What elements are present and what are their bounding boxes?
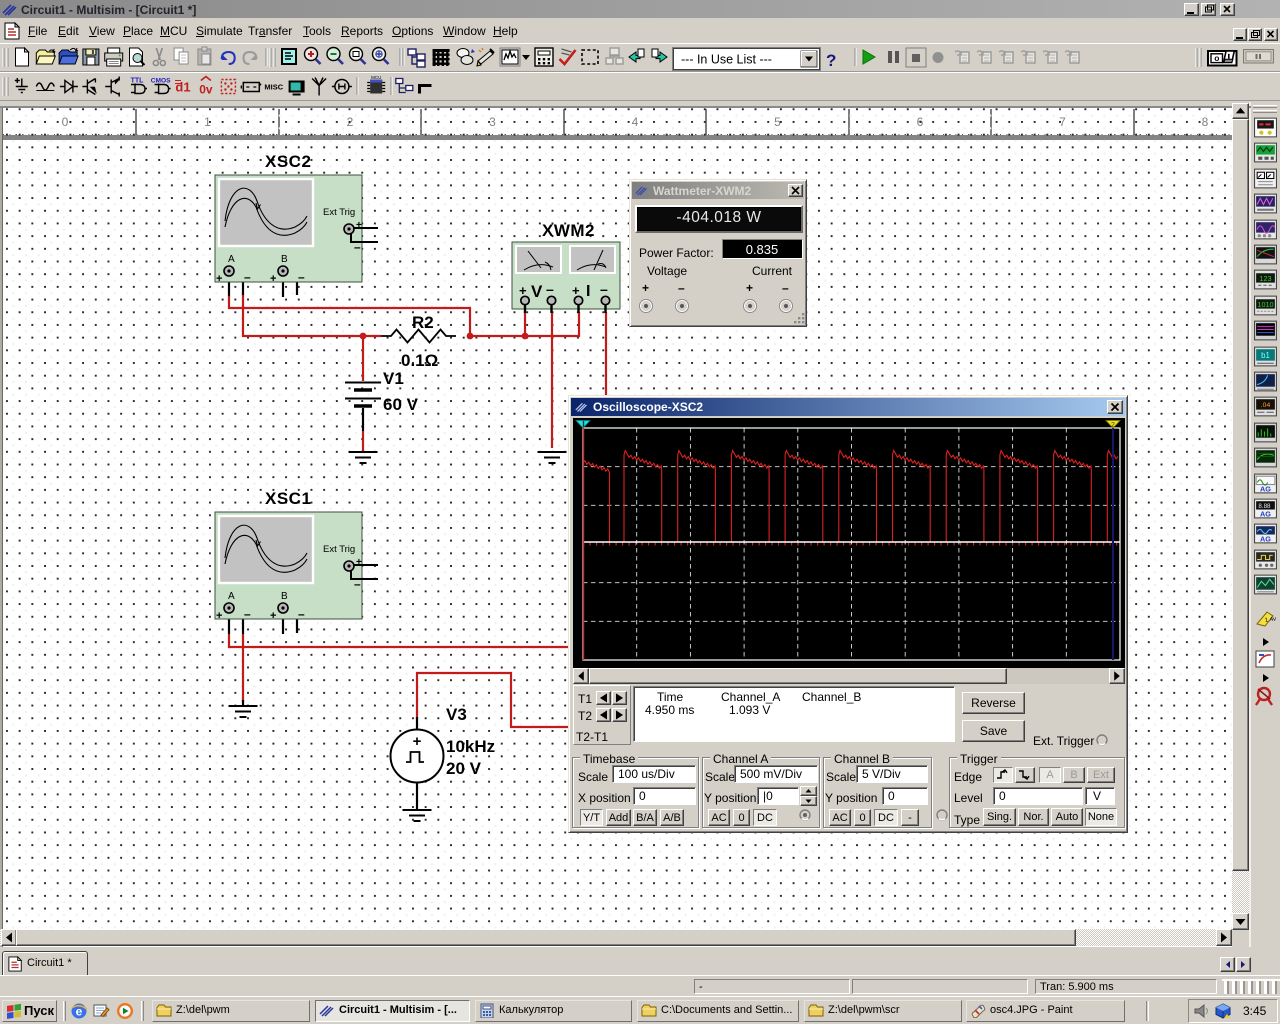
svg-text:Ext Trig: Ext Trig	[323, 207, 355, 218]
svg-text:+: +	[356, 557, 362, 568]
svg-text:B: B	[281, 591, 288, 602]
svg-text:+: +	[270, 273, 276, 285]
svg-text:2: 2	[1111, 422, 1115, 429]
svg-text:XSC1: XSC1	[265, 489, 311, 508]
svg-text:V1: V1	[383, 369, 404, 388]
svg-text:XWM2: XWM2	[542, 221, 595, 240]
svg-text:–: –	[244, 607, 251, 621]
svg-text:–: –	[600, 281, 608, 297]
svg-text:I: I	[586, 283, 590, 300]
svg-text:Ext Trig: Ext Trig	[323, 544, 355, 555]
svg-text:B: B	[281, 254, 288, 265]
svg-text:–: –	[546, 281, 554, 297]
svg-text:+: +	[356, 220, 362, 231]
svg-text:+: +	[746, 281, 753, 295]
svg-text:20 V: 20 V	[446, 759, 482, 778]
svg-text:V: V	[531, 282, 543, 301]
svg-text:A: A	[228, 254, 235, 265]
svg-text:–: –	[298, 270, 305, 284]
svg-text:+: +	[413, 733, 422, 750]
svg-text:+: +	[216, 610, 222, 622]
svg-text:–: –	[244, 270, 251, 284]
svg-text:–: –	[678, 281, 685, 295]
svg-text:+: +	[270, 610, 276, 622]
svg-text:10kHz: 10kHz	[446, 737, 495, 756]
svg-text:+: +	[642, 281, 649, 295]
svg-text:R2: R2	[412, 313, 434, 332]
svg-text:0.1Ω: 0.1Ω	[401, 351, 438, 370]
svg-text:A: A	[228, 591, 235, 602]
svg-text:60 V: 60 V	[383, 395, 419, 414]
svg-text:XSC2: XSC2	[265, 152, 311, 171]
svg-text:–: –	[298, 607, 305, 621]
svg-text:V3: V3	[446, 705, 467, 724]
svg-text:+: +	[216, 273, 222, 285]
svg-text:–: –	[782, 281, 789, 295]
